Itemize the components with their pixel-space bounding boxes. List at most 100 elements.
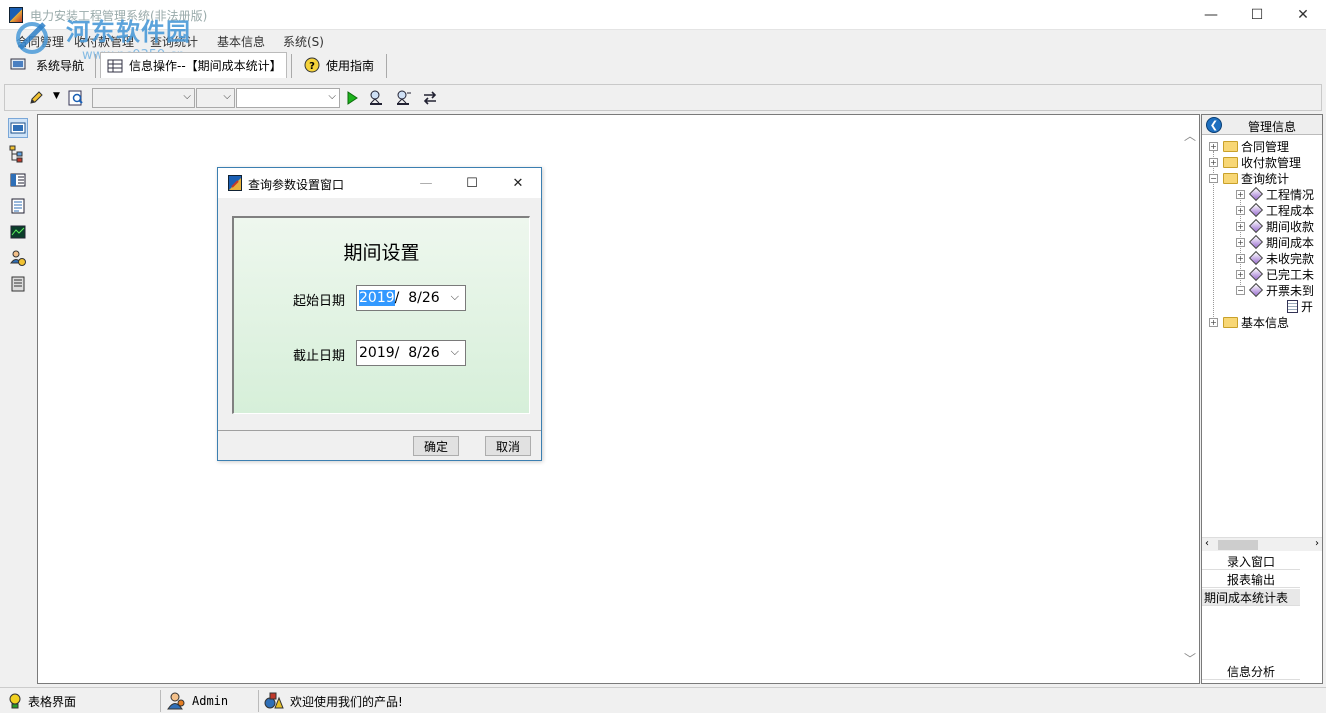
document-icon[interactable] xyxy=(8,196,28,216)
tree-node-invoice-doc[interactable]: 开 xyxy=(1284,298,1313,314)
ok-button[interactable]: 确定 xyxy=(413,436,459,456)
tree-node-completed[interactable]: + 已完工未 xyxy=(1236,266,1314,282)
tree-node-invoice[interactable]: − 开票未到 xyxy=(1236,282,1314,298)
expand-icon[interactable]: + xyxy=(1236,269,1245,279)
tree-node-contract[interactable]: + 合同管理 xyxy=(1209,138,1289,154)
svg-text:?: ? xyxy=(309,61,315,72)
menu-contract[interactable]: 合同管理 xyxy=(16,33,64,50)
list-view-icon[interactable] xyxy=(8,170,28,190)
tree-node-payment[interactable]: + 收付款管理 xyxy=(1209,154,1301,170)
tab-system-nav[interactable]: 系统导航 xyxy=(8,52,94,78)
filter-combo-3[interactable]: ⌵ xyxy=(236,88,340,108)
report-output-button[interactable]: 报表输出 xyxy=(1202,571,1300,588)
scroll-up-icon[interactable]: ︿ xyxy=(1184,127,1196,144)
tree-node-project-cost[interactable]: + 工程成本 xyxy=(1236,202,1314,218)
expand-icon[interactable]: + xyxy=(1209,157,1218,167)
minimize-button[interactable]: — xyxy=(1188,0,1234,30)
tree-node-basic-info[interactable]: + 基本信息 xyxy=(1209,314,1289,330)
tab-bar: 系统导航 信息操作--【期间成本统计】 ? 使用指南 xyxy=(0,50,1326,80)
filter-combo-2[interactable]: ⌵ xyxy=(196,88,235,108)
dialog-minimize-button[interactable]: — xyxy=(403,168,449,198)
period-settings-panel: 期间设置 起始日期 2019 / 8/26 ⌵ 截止日期 2019/ 8/26 … xyxy=(232,216,530,414)
archive-icon[interactable] xyxy=(8,274,28,294)
start-date-picker[interactable]: 2019 / 8/26 ⌵ xyxy=(356,285,466,311)
dropdown-arrow-icon[interactable]: ▼ xyxy=(53,91,60,101)
scroll-left-icon[interactable]: ‹ xyxy=(1205,538,1209,549)
chart-icon[interactable] xyxy=(8,222,28,242)
dialog-maximize-button[interactable]: ☐ xyxy=(449,168,495,198)
tree-structure-icon[interactable] xyxy=(8,144,28,164)
tree-node-project-status[interactable]: + 工程情况 xyxy=(1236,186,1314,202)
collapse-back-icon[interactable]: ❮ xyxy=(1206,117,1222,133)
user-settings-icon[interactable] xyxy=(8,248,28,268)
find-icon[interactable] xyxy=(368,89,386,107)
dialog-title-bar: 查询参数设置窗口 — ☐ ✕ xyxy=(218,168,541,198)
edit-pencil-icon[interactable] xyxy=(27,89,45,107)
shapes-icon xyxy=(264,692,284,709)
scroll-down-icon[interactable]: ﹀ xyxy=(1184,650,1196,667)
help-icon: ? xyxy=(304,57,320,73)
expand-icon[interactable]: + xyxy=(1209,317,1218,327)
folder-icon xyxy=(1223,140,1238,152)
dialog-app-icon xyxy=(228,175,242,191)
chevron-down-icon: ⌵ xyxy=(183,91,191,102)
tab-label: 使用指南 xyxy=(326,58,375,73)
find-next-icon[interactable] xyxy=(395,89,413,107)
preview-search-icon[interactable] xyxy=(67,89,85,107)
expand-icon[interactable]: + xyxy=(1236,189,1245,199)
expand-icon[interactable]: + xyxy=(1236,205,1245,215)
tree-node-unpaid[interactable]: + 未收完款 xyxy=(1236,250,1314,266)
end-date-picker[interactable]: 2019/ 8/26 ⌵ xyxy=(356,340,466,366)
status-separator xyxy=(258,690,259,712)
status-bar: 表格界面 Admin 欢迎使用我们的产品! xyxy=(0,687,1326,713)
document-icon xyxy=(1287,299,1298,313)
grid-icon xyxy=(107,59,123,72)
cancel-button[interactable]: 取消 xyxy=(485,436,531,456)
expand-icon[interactable]: + xyxy=(1236,253,1245,263)
status-separator xyxy=(160,690,161,712)
app-icon xyxy=(9,7,23,23)
status-user: Admin xyxy=(166,691,228,711)
collapse-icon[interactable]: − xyxy=(1236,285,1245,295)
run-play-icon[interactable] xyxy=(343,89,361,107)
folder-icon xyxy=(1223,156,1238,168)
start-date-rest: / 8/26 xyxy=(394,290,440,306)
maximize-button[interactable]: ☐ xyxy=(1234,0,1280,30)
tree-node-period-income[interactable]: + 期间收款 xyxy=(1236,218,1314,234)
chevron-down-icon[interactable]: ⌵ xyxy=(451,290,459,304)
menu-query[interactable]: 查询统计 xyxy=(150,33,198,50)
expand-icon[interactable]: + xyxy=(1209,141,1218,151)
menu-bar: 合同管理 收付款管理 查询统计 基本信息 系统(S) xyxy=(0,31,1326,51)
dialog-close-button[interactable]: ✕ xyxy=(495,168,541,198)
period-settings-heading: 期间设置 xyxy=(343,242,420,264)
user-icon xyxy=(167,692,185,710)
status-mode: 表格界面 xyxy=(6,691,76,711)
right-panel-title: 管理信息 xyxy=(1248,120,1297,134)
filter-combo-1[interactable]: ⌵ xyxy=(92,88,195,108)
entry-window-button[interactable]: 录入窗口 xyxy=(1202,553,1300,570)
expand-icon[interactable]: + xyxy=(1236,237,1245,247)
query-params-dialog: 查询参数设置窗口 — ☐ ✕ 期间设置 起始日期 2019 / 8/26 ⌵ 截… xyxy=(217,167,542,461)
scroll-right-icon[interactable]: › xyxy=(1315,538,1319,549)
expand-icon[interactable]: + xyxy=(1236,221,1245,231)
tree-node-period-cost[interactable]: + 期间成本 xyxy=(1236,234,1314,250)
collapse-icon[interactable]: − xyxy=(1209,173,1218,183)
tab-user-guide[interactable]: ? 使用指南 xyxy=(298,52,384,78)
report-icon xyxy=(1248,202,1264,218)
menu-system[interactable]: 系统(S) xyxy=(283,33,324,50)
tree-horizontal-scrollbar[interactable]: ‹ › xyxy=(1202,537,1322,551)
table-view-icon[interactable] xyxy=(8,118,28,138)
left-icon-bar xyxy=(4,114,34,684)
tree-node-query-stats[interactable]: − 查询统计 xyxy=(1209,170,1289,186)
close-button[interactable]: ✕ xyxy=(1280,0,1326,30)
tab-separator xyxy=(386,54,387,78)
tab-separator xyxy=(95,54,96,78)
refresh-icon[interactable] xyxy=(421,89,439,107)
scroll-thumb[interactable] xyxy=(1218,540,1258,550)
menu-basic-info[interactable]: 基本信息 xyxy=(217,33,265,50)
tab-info-operation[interactable]: 信息操作--【期间成本统计】 xyxy=(100,52,287,78)
menu-payment[interactable]: 收付款管理 xyxy=(74,33,134,50)
period-cost-report-button[interactable]: 期间成本统计表 xyxy=(1202,589,1300,606)
info-analysis-button[interactable]: 信息分析 xyxy=(1202,663,1300,680)
chevron-down-icon[interactable]: ⌵ xyxy=(451,345,459,359)
